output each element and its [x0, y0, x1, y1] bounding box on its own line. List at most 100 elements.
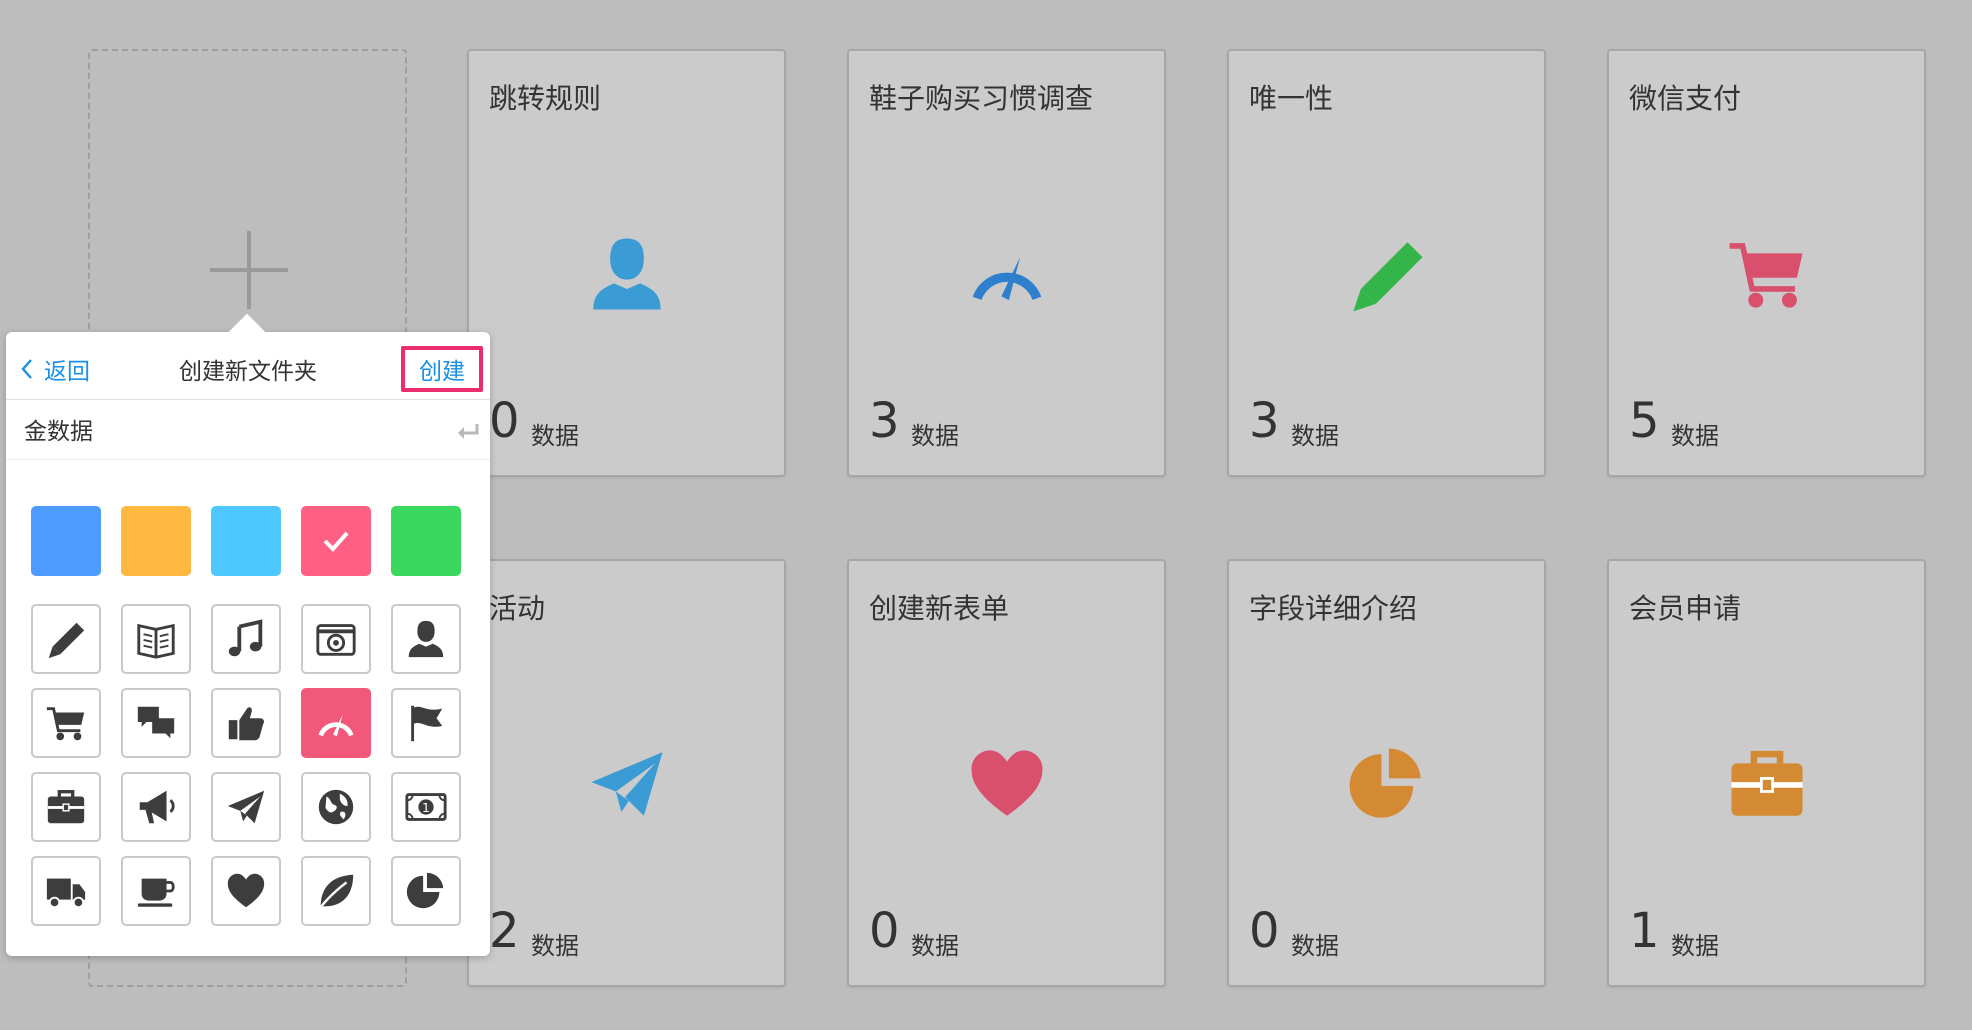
flag-icon	[411, 705, 443, 742]
briefcase-icon	[1731, 750, 1803, 816]
card-icon	[1344, 741, 1430, 827]
color-swatches	[31, 506, 461, 576]
card-icon	[964, 741, 1050, 827]
icon-option[interactable]	[211, 772, 281, 842]
card-count: 3	[869, 393, 900, 449]
camera-icon	[316, 624, 356, 656]
card-unit: 数据	[1291, 932, 1339, 960]
color-swatch[interactable]	[211, 506, 281, 576]
card-title: 唯一性	[1249, 82, 1334, 115]
chat-icon	[137, 706, 175, 739]
megaphone-icon	[139, 790, 175, 824]
folder-name-input[interactable]	[24, 408, 424, 450]
card-icon	[584, 741, 670, 827]
card-unit: 数据	[911, 932, 959, 960]
card-title: 微信支付	[1629, 82, 1742, 115]
form-card[interactable]: 唯一性 3 数据	[1227, 49, 1546, 477]
paper-plane-icon	[227, 790, 265, 824]
card-count: 3	[1249, 393, 1280, 449]
icon-option[interactable]	[301, 604, 371, 674]
icon-option[interactable]	[211, 856, 281, 926]
return-key-icon	[458, 424, 479, 439]
icon-option[interactable]	[121, 772, 191, 842]
leaf-icon	[318, 874, 354, 909]
card-icon	[1344, 231, 1430, 317]
card-icon	[1724, 231, 1810, 317]
heart-icon	[227, 873, 265, 908]
pencil-icon	[1353, 242, 1423, 312]
card-title: 活动	[489, 592, 546, 625]
color-swatch[interactable]	[301, 506, 371, 576]
pie-chart-icon	[1349, 748, 1421, 818]
icon-option[interactable]	[121, 604, 191, 674]
icon-option[interactable]	[31, 856, 101, 926]
folder-name-row	[6, 400, 490, 460]
form-card[interactable]: 会员申请 1 数据	[1607, 559, 1926, 987]
icon-option[interactable]	[301, 772, 371, 842]
music-icon	[228, 619, 263, 657]
icon-option[interactable]	[301, 856, 371, 926]
icon-option[interactable]: 1	[391, 772, 461, 842]
form-card[interactable]: 跳转规则 0 数据	[467, 49, 786, 477]
thumbs-up-icon	[228, 707, 264, 741]
form-card[interactable]: 鞋子购买习惯调查 3 数据	[847, 49, 1166, 477]
card-title: 创建新表单	[869, 592, 1010, 625]
card-icon	[964, 231, 1050, 317]
card-count: 0	[1249, 903, 1280, 959]
color-swatch[interactable]	[391, 506, 461, 576]
color-swatch[interactable]	[121, 506, 191, 576]
icon-option[interactable]	[121, 856, 191, 926]
card-unit: 数据	[531, 422, 579, 450]
color-swatch[interactable]	[31, 506, 101, 576]
card-count: 0	[869, 903, 900, 959]
card-title: 会员申请	[1629, 592, 1742, 625]
form-card[interactable]: 微信支付 5 数据	[1607, 49, 1926, 477]
icon-option[interactable]	[211, 688, 281, 758]
icon-option[interactable]	[31, 688, 101, 758]
heart-icon	[971, 750, 1043, 816]
icon-option[interactable]	[121, 688, 191, 758]
book-icon	[137, 623, 175, 659]
card-unit: 数据	[911, 422, 959, 450]
card-unit: 数据	[1291, 422, 1339, 450]
card-title: 字段详细介绍	[1249, 592, 1418, 625]
form-card[interactable]: 字段详细介绍 0 数据	[1227, 559, 1546, 987]
card-count: 1	[1629, 903, 1660, 959]
icon-picker-grid: 1	[31, 604, 461, 926]
plus-icon-vertical	[247, 231, 251, 309]
coffee-icon	[137, 878, 175, 907]
create-folder-popover: 返回 创建新文件夹 创建 1	[6, 313, 490, 956]
cart-icon	[1729, 243, 1803, 308]
card-title: 跳转规则	[489, 82, 602, 115]
svg-text:1: 1	[422, 800, 430, 815]
card-unit: 数据	[1671, 422, 1719, 450]
pie-chart-icon	[406, 872, 444, 909]
icon-option[interactable]	[31, 772, 101, 842]
card-title: 鞋子购买习惯调查	[869, 82, 1094, 115]
card-count: 0	[489, 393, 520, 449]
card-unit: 数据	[531, 932, 579, 960]
icon-option[interactable]	[31, 604, 101, 674]
globe-icon	[318, 789, 354, 825]
icon-option[interactable]	[211, 604, 281, 674]
card-icon	[584, 231, 670, 317]
icon-option[interactable]	[391, 688, 461, 758]
card-icon	[1724, 741, 1810, 827]
speedometer-icon	[318, 714, 354, 737]
icon-option[interactable]	[391, 856, 461, 926]
card-unit: 数据	[1671, 932, 1719, 960]
card-count: 2	[489, 903, 520, 959]
money-icon: 1	[405, 793, 447, 821]
form-card[interactable]: 活动 2 数据	[467, 559, 786, 987]
briefcase-icon	[47, 790, 85, 824]
icon-option[interactable]	[301, 688, 371, 758]
user-icon	[408, 620, 444, 658]
truck-icon	[46, 878, 86, 909]
paper-plane-icon	[591, 752, 663, 816]
icon-option[interactable]	[391, 604, 461, 674]
create-button[interactable]: 创建	[401, 346, 483, 392]
user-icon	[593, 238, 661, 310]
speedometer-icon	[972, 257, 1042, 301]
card-count: 5	[1629, 393, 1660, 449]
form-card[interactable]: 创建新表单 0 数据	[847, 559, 1166, 987]
